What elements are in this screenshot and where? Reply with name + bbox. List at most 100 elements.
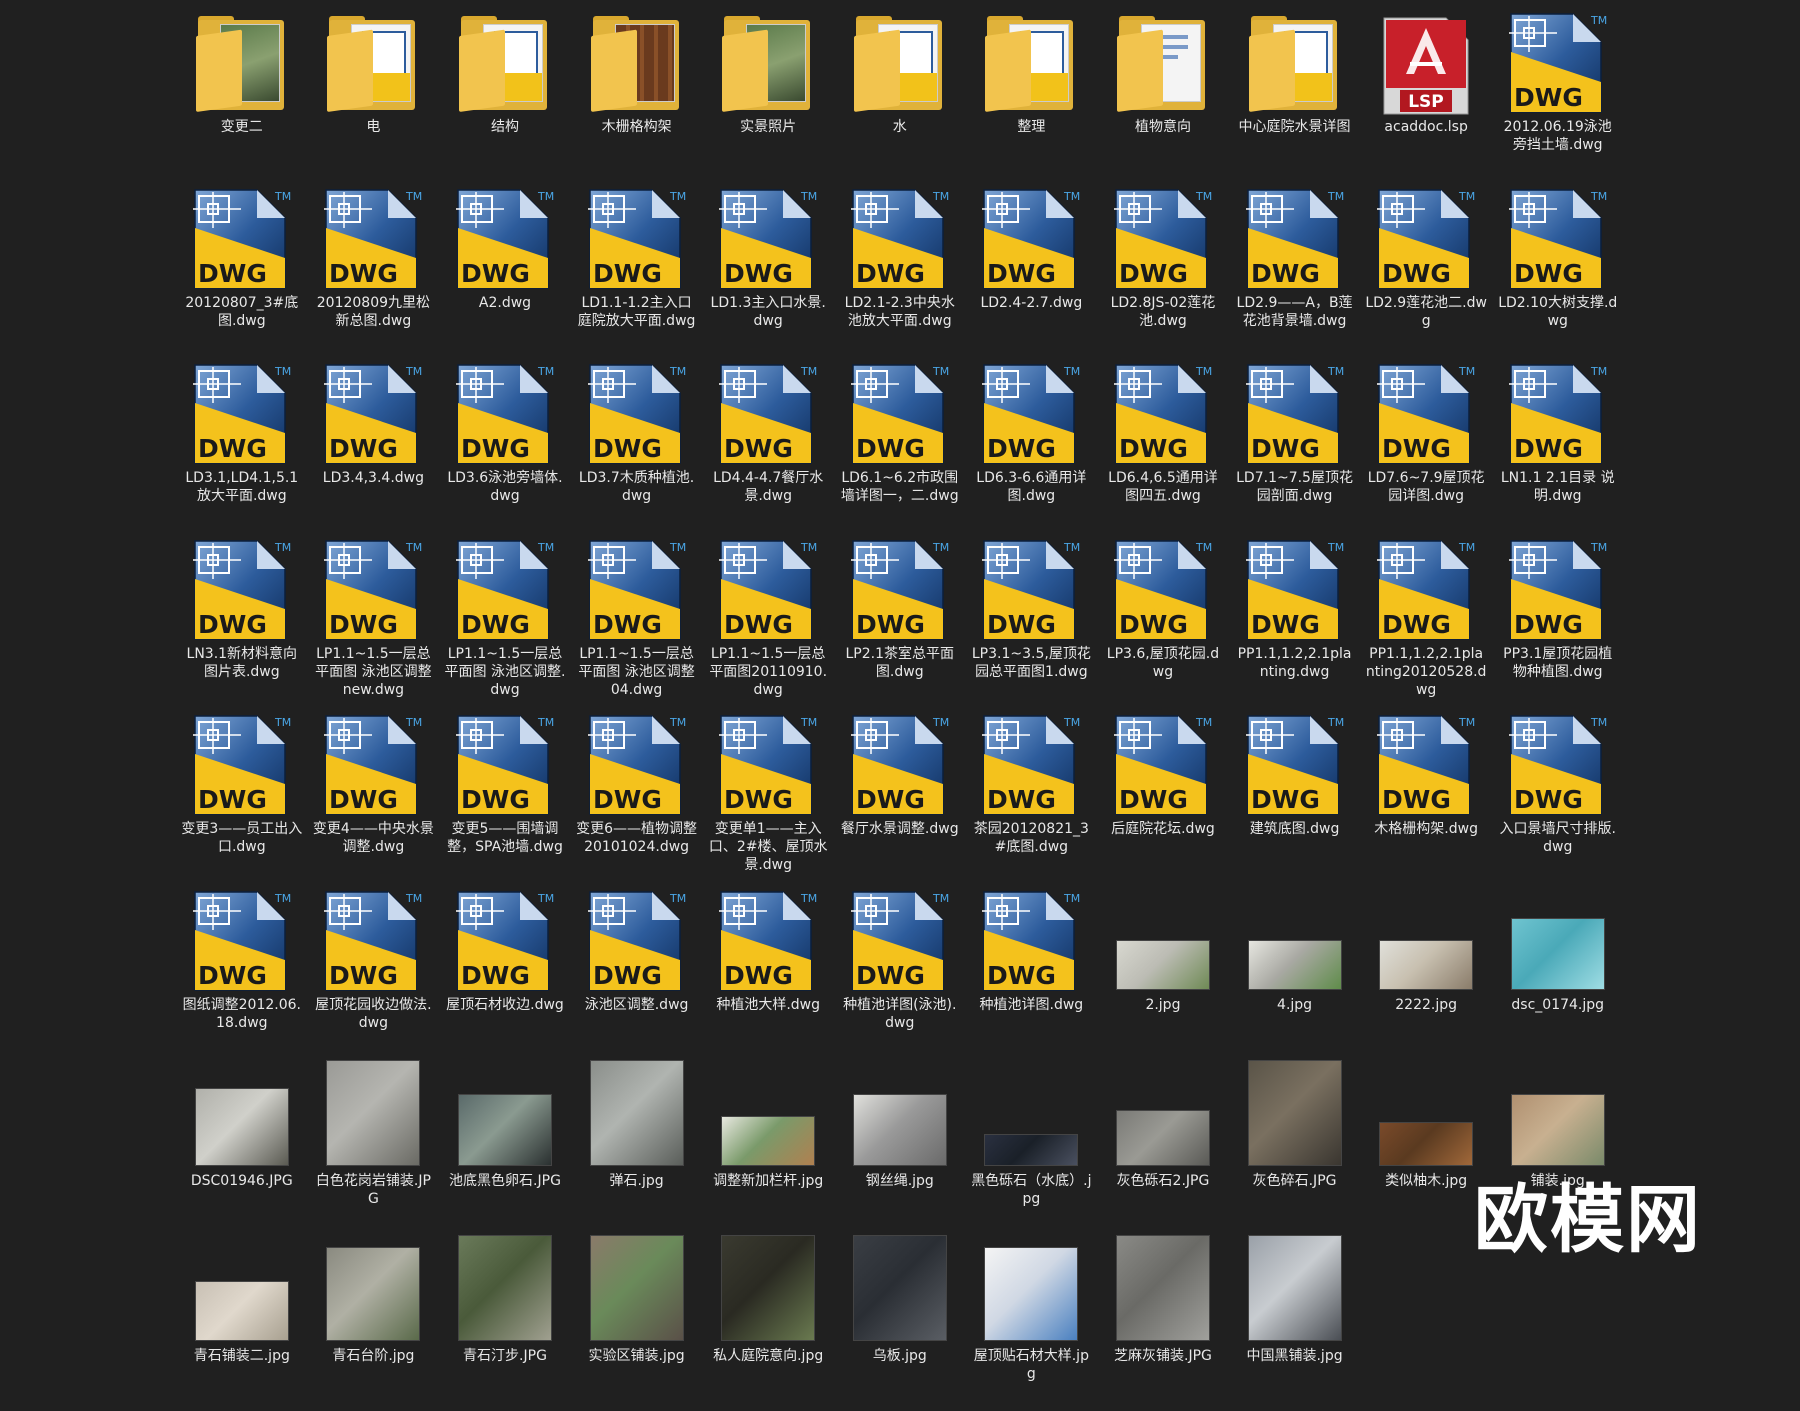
file-item[interactable]: DWG TM LP3.6,屋顶花园.dwg xyxy=(1097,533,1229,709)
file-item[interactable]: 电 xyxy=(308,6,440,182)
file-item[interactable]: DWG TM LD2.8JS-02莲花池.dwg xyxy=(1097,182,1229,358)
file-item[interactable]: DWG TM LD2.1-2.3中央水池放大平面.dwg xyxy=(834,182,966,358)
file-item[interactable]: DWG TM PP1.1,1.2,2.1planting.dwg xyxy=(1229,533,1361,709)
file-item[interactable]: DWG TM LD1.3主入口水景.dwg xyxy=(702,182,834,358)
file-item[interactable]: dsc_0174.jpg xyxy=(1492,884,1624,1060)
file-item[interactable]: 2222.jpg xyxy=(1360,884,1492,1060)
file-item[interactable]: 青石铺装二.jpg xyxy=(176,1235,308,1411)
file-item[interactable]: DWG TM 图纸调整2012.06.18.dwg xyxy=(176,884,308,1060)
file-item[interactable]: DWG TM LD3.4,3.4.dwg xyxy=(308,357,440,533)
file-item[interactable]: 2.jpg xyxy=(1097,884,1229,1060)
file-item[interactable]: 调整新加栏杆.jpg xyxy=(702,1060,834,1236)
file-thumbnail xyxy=(712,1060,824,1170)
svg-text:TM: TM xyxy=(932,892,949,905)
file-item[interactable]: DWG TM LD3.7木质种植池.dwg xyxy=(571,357,703,533)
svg-text:DWG: DWG xyxy=(856,785,925,814)
svg-text:DWG: DWG xyxy=(856,961,925,990)
file-name-label: A2.dwg xyxy=(478,294,532,311)
file-item[interactable]: DWG TM 变更4——中央水景调整.dwg xyxy=(308,708,440,884)
file-item[interactable]: LSP acaddoc.lsp xyxy=(1360,6,1492,182)
file-item[interactable]: DWG TM 屋顶花园收边做法.dwg xyxy=(308,884,440,1060)
file-item[interactable]: 整理 xyxy=(966,6,1098,182)
file-item[interactable]: DWG TM PP1.1,1.2,2.1planting20120528.dwg xyxy=(1360,533,1492,709)
file-item[interactable]: 私人庭院意向.jpg xyxy=(702,1235,834,1411)
file-item[interactable]: 芝麻灰铺装.JPG xyxy=(1097,1235,1229,1411)
file-item[interactable]: 乌板.jpg xyxy=(834,1235,966,1411)
file-item[interactable]: 灰色砾石2.JPG xyxy=(1097,1060,1229,1236)
file-item[interactable]: DWG TM 变更5——围墙调整，SPA池墙.dwg xyxy=(439,708,571,884)
file-item[interactable]: 结构 xyxy=(439,6,571,182)
file-item[interactable]: DWG TM LD1.1-1.2主入口庭院放大平面.dwg xyxy=(571,182,703,358)
file-item[interactable]: DWG TM LD2.4-2.7.dwg xyxy=(966,182,1098,358)
file-item[interactable]: 变更二 xyxy=(176,6,308,182)
file-item[interactable]: DWG TM 建筑底图.dwg xyxy=(1229,708,1361,884)
file-item[interactable]: 中心庭院水景详图 xyxy=(1229,6,1361,182)
file-item[interactable]: DWG TM 变更单1——主入口、2#楼、屋顶水景.dwg xyxy=(702,708,834,884)
file-item[interactable]: DWG TM LD6.1~6.2市政围墙详图一，二.dwg xyxy=(834,357,966,533)
file-item[interactable]: DWG TM LD2.9——A，B莲花池背景墙.dwg xyxy=(1229,182,1361,358)
file-item[interactable]: DWG TM 木格栅构架.dwg xyxy=(1360,708,1492,884)
file-item[interactable]: DWG TM LP2.1茶室总平面图.dwg xyxy=(834,533,966,709)
file-item[interactable]: 弹石.jpg xyxy=(571,1059,703,1236)
file-item[interactable]: DWG TM 种植池详图(泳池).dwg xyxy=(834,884,966,1060)
file-item[interactable]: DWG TM 种植池详图.dwg xyxy=(966,884,1098,1060)
file-item[interactable]: 中国黑铺装.jpg xyxy=(1229,1235,1361,1411)
file-item[interactable]: DWG TM 变更6——植物调整20101024.dwg xyxy=(571,708,703,884)
folder-icon xyxy=(590,16,683,112)
file-item[interactable]: 灰色碎石.JPG xyxy=(1229,1059,1361,1236)
svg-text:TM: TM xyxy=(405,190,422,203)
file-item[interactable]: 黑色砾石（水底）.jpg xyxy=(966,1060,1098,1236)
file-item[interactable]: DWG TM LD7.1~7.5屋顶花园剖面.dwg xyxy=(1229,357,1361,533)
file-item[interactable]: DWG TM LP1.1~1.5一层总平面图20110910.dwg xyxy=(702,533,834,709)
file-item[interactable]: DWG TM LP1.1~1.5一层总平面图 泳池区调整04.dwg xyxy=(571,533,703,709)
file-item[interactable]: DWG TM 变更3——员工出入口.dwg xyxy=(176,708,308,884)
file-item[interactable]: DWG TM 入口景墙尺寸排版.dwg xyxy=(1492,708,1624,884)
file-item[interactable]: DWG TM 茶园20120821_3#底图.dwg xyxy=(966,708,1098,884)
file-item[interactable]: 类似柚木.jpg xyxy=(1360,1060,1492,1236)
file-item[interactable]: 木栅格构架 xyxy=(571,6,703,182)
svg-text:DWG: DWG xyxy=(198,785,267,814)
file-item[interactable]: 水 xyxy=(834,6,966,182)
image-thumbnail xyxy=(852,1093,947,1166)
file-item[interactable]: DWG TM LD2.9莲花池二.dwg xyxy=(1360,182,1492,358)
file-item[interactable]: DWG TM LP1.1~1.5一层总平面图 泳池区调整.dwg xyxy=(439,533,571,709)
file-item[interactable]: DWG TM 餐厅水景调整.dwg xyxy=(834,708,966,884)
file-item[interactable]: DWG TM LN3.1新材料意向图片表.dwg xyxy=(176,533,308,709)
file-item[interactable]: 实验区铺装.jpg xyxy=(571,1235,703,1411)
file-item[interactable]: DWG TM 20120807_3#底图.dwg xyxy=(176,182,308,358)
file-item[interactable]: DWG TM LD6.4,6.5通用详图四五.dwg xyxy=(1097,357,1229,533)
file-name-label: LD4.4-4.7餐厅水景.dwg xyxy=(713,470,824,505)
file-name-label: 调整新加栏杆.jpg xyxy=(713,1172,824,1189)
file-item[interactable]: DWG TM 屋顶石材收边.dwg xyxy=(439,884,571,1060)
file-item[interactable]: DWG TM 后庭院花坛.dwg xyxy=(1097,708,1229,884)
file-item[interactable]: 植物意向 xyxy=(1097,6,1229,182)
file-thumbnail: DWG TM xyxy=(975,533,1087,643)
file-item[interactable]: DWG TM PP3.1屋顶花园植物种植图.dwg xyxy=(1492,533,1624,709)
file-item[interactable]: DWG TM LD6.3-6.6通用详图.dwg xyxy=(966,357,1098,533)
file-item[interactable]: DWG TM 20120809九里松新总图.dwg xyxy=(308,182,440,358)
file-item[interactable]: 4.jpg xyxy=(1229,884,1361,1060)
file-item[interactable]: 青石汀步.JPG xyxy=(439,1235,571,1411)
file-item[interactable]: DWG TM LN1.1 2.1目录 说明.dwg xyxy=(1492,357,1624,533)
file-item[interactable]: DWG TM LD3.6泳池旁墙体.dwg xyxy=(439,357,571,533)
file-item[interactable]: DWG TM LD2.10大树支撑.dwg xyxy=(1492,182,1624,358)
file-item[interactable]: DWG TM LD7.6~7.9屋顶花园详图.dwg xyxy=(1360,357,1492,533)
file-item[interactable]: DWG TM A2.dwg xyxy=(439,182,571,358)
file-name-label: LD1.1-1.2主入口庭院放大平面.dwg xyxy=(577,294,696,329)
file-item[interactable]: DWG TM LD3.1,LD4.1,5.1放大平面.dwg xyxy=(176,357,308,533)
file-item[interactable]: DSC01946.JPG xyxy=(176,1060,308,1236)
file-item[interactable]: 实景照片 xyxy=(702,6,834,182)
file-item[interactable]: DWG TM 2012.06.19泳池旁挡土墙.dwg xyxy=(1492,6,1624,182)
file-item[interactable]: 池底黑色卵石.JPG xyxy=(439,1060,571,1236)
file-item[interactable]: 青石台阶.jpg xyxy=(308,1235,440,1411)
file-item[interactable]: 屋顶贴石材大样.jpg xyxy=(966,1235,1098,1411)
file-item[interactable]: DWG TM LP1.1~1.5一层总平面图 泳池区调整 new.dwg xyxy=(308,533,440,709)
file-item[interactable]: 白色花岗岩铺装.JPG xyxy=(308,1059,440,1236)
file-name-label: LP1.1~1.5一层总平面图 泳池区调整.dwg xyxy=(444,645,566,698)
file-item[interactable]: 钢丝绳.jpg xyxy=(834,1060,966,1236)
file-item[interactable]: DWG TM 种植池大样.dwg xyxy=(702,884,834,1060)
file-item[interactable]: DWG TM 泳池区调整.dwg xyxy=(571,884,703,1060)
file-item[interactable]: DWG TM LD4.4-4.7餐厅水景.dwg xyxy=(702,357,834,533)
file-item[interactable]: DWG TM LP3.1~3.5,屋顶花园总平面图1.dwg xyxy=(966,533,1098,709)
svg-text:TM: TM xyxy=(1458,365,1475,378)
